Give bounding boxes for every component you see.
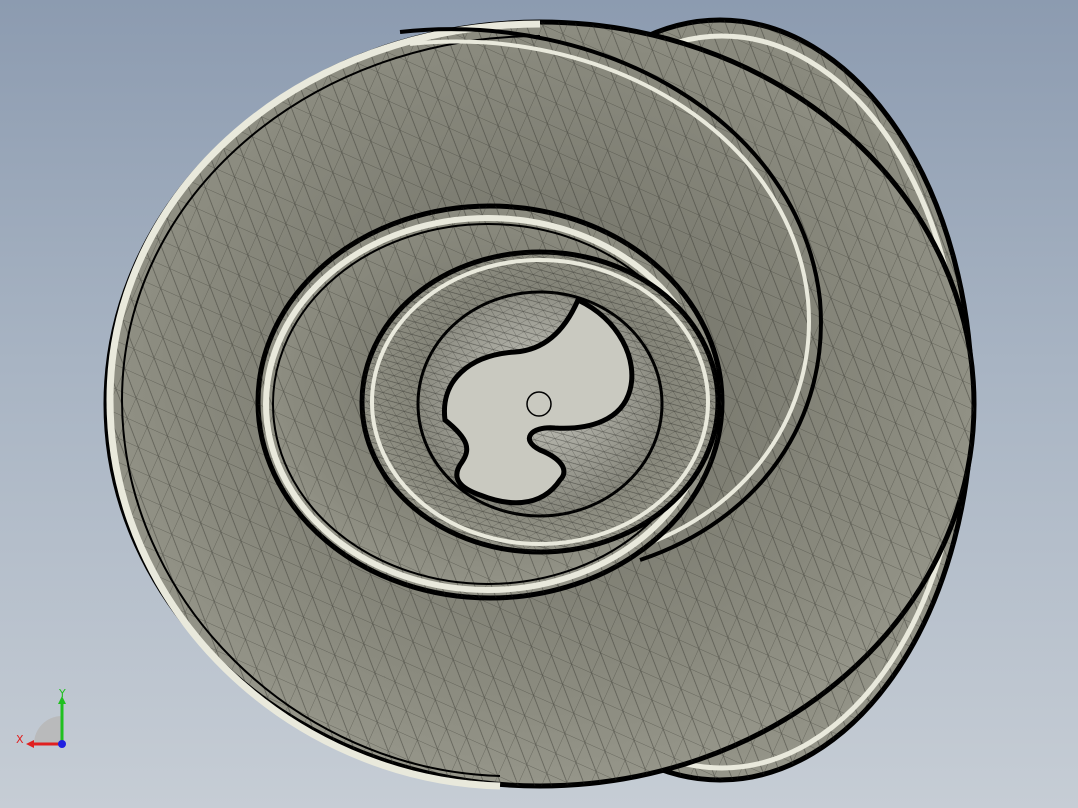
orientation-triad[interactable]: X Y: [14, 684, 78, 754]
scroll-model[interactable]: [0, 0, 1078, 808]
y-axis-label: Y: [59, 687, 66, 700]
x-axis-label: X: [16, 733, 24, 746]
z-axis-dot: [58, 740, 66, 748]
center-hole: [526, 391, 552, 417]
graphics-viewport[interactable]: X Y: [0, 0, 1078, 808]
